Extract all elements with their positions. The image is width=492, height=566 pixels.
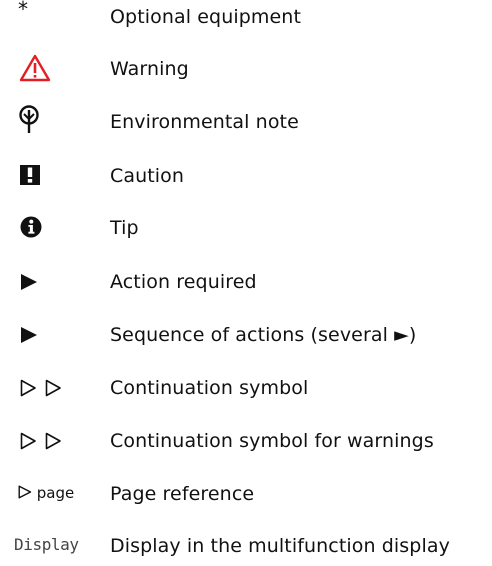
caution-exclamation-icon [20,165,40,185]
display-symbol: Display [14,535,79,554]
symbol-cell: Display [14,526,108,566]
legend-label-environmental-note: Environmental note [110,111,299,133]
legend-row-continuation-symbol: Continuation symbol [0,368,492,408]
continuation-triangles-icon [20,432,61,450]
legend-label-sequence-of-actions: Sequence of actions (several ►) [110,324,417,346]
page-reference-triangle-icon [18,485,32,499]
asterisk-icon: * [18,0,28,21]
symbol-cell: page [14,474,108,514]
environment-leaf-icon [19,105,39,133]
legend-label-continuation-symbol: Continuation symbol [110,377,309,399]
page-reference-symbol: page [18,483,74,503]
legend-label-display: Display in the multifunction display [110,535,450,557]
legend-row-display: Display Display in the multifunction dis… [0,526,492,566]
legend-label-continuation-warnings: Continuation symbol for warnings [110,430,434,452]
legend-label-action-required: Action required [110,271,257,293]
continuation-triangles-icon [20,379,61,397]
legend-row-optional-equipment: * Optional equipment [0,0,492,37]
symbol-cell [14,315,108,355]
legend-row-action-required: Action required [0,262,492,302]
action-arrow-icon [21,274,37,290]
symbol-cell [14,421,108,461]
symbol-cell [14,208,108,248]
warning-triangle-icon [19,54,51,82]
legend-row-tip: Tip [0,208,492,248]
legend-label-caution: Caution [110,165,185,187]
legend-row-sequence-of-actions: Sequence of actions (several ►) [0,315,492,355]
symbol-cell [14,49,108,89]
symbol-cell: * [14,0,108,37]
legend-page: { "legend": { "items": [ { "symbol": "*"… [0,0,492,561]
legend-label-optional-equipment: Optional equipment [110,6,301,28]
symbol-cell [14,368,108,408]
legend-row-warning: Warning [0,49,492,89]
symbol-cell [14,102,108,142]
action-arrow-icon [21,327,37,343]
legend-row-caution: Caution [0,156,492,196]
legend-row-page-reference: page Page reference [0,474,492,514]
page-reference-word: page [36,484,75,502]
legend-row-continuation-warnings: Continuation symbol for warnings [0,421,492,461]
legend-row-environmental-note: Environmental note [0,102,492,142]
info-i-icon [20,216,42,238]
legend-label-tip: Tip [110,217,139,239]
legend-label-page-reference: Page reference [110,483,255,505]
legend-label-warning: Warning [110,58,189,80]
symbol-cell [14,262,108,302]
symbol-cell [14,156,108,196]
